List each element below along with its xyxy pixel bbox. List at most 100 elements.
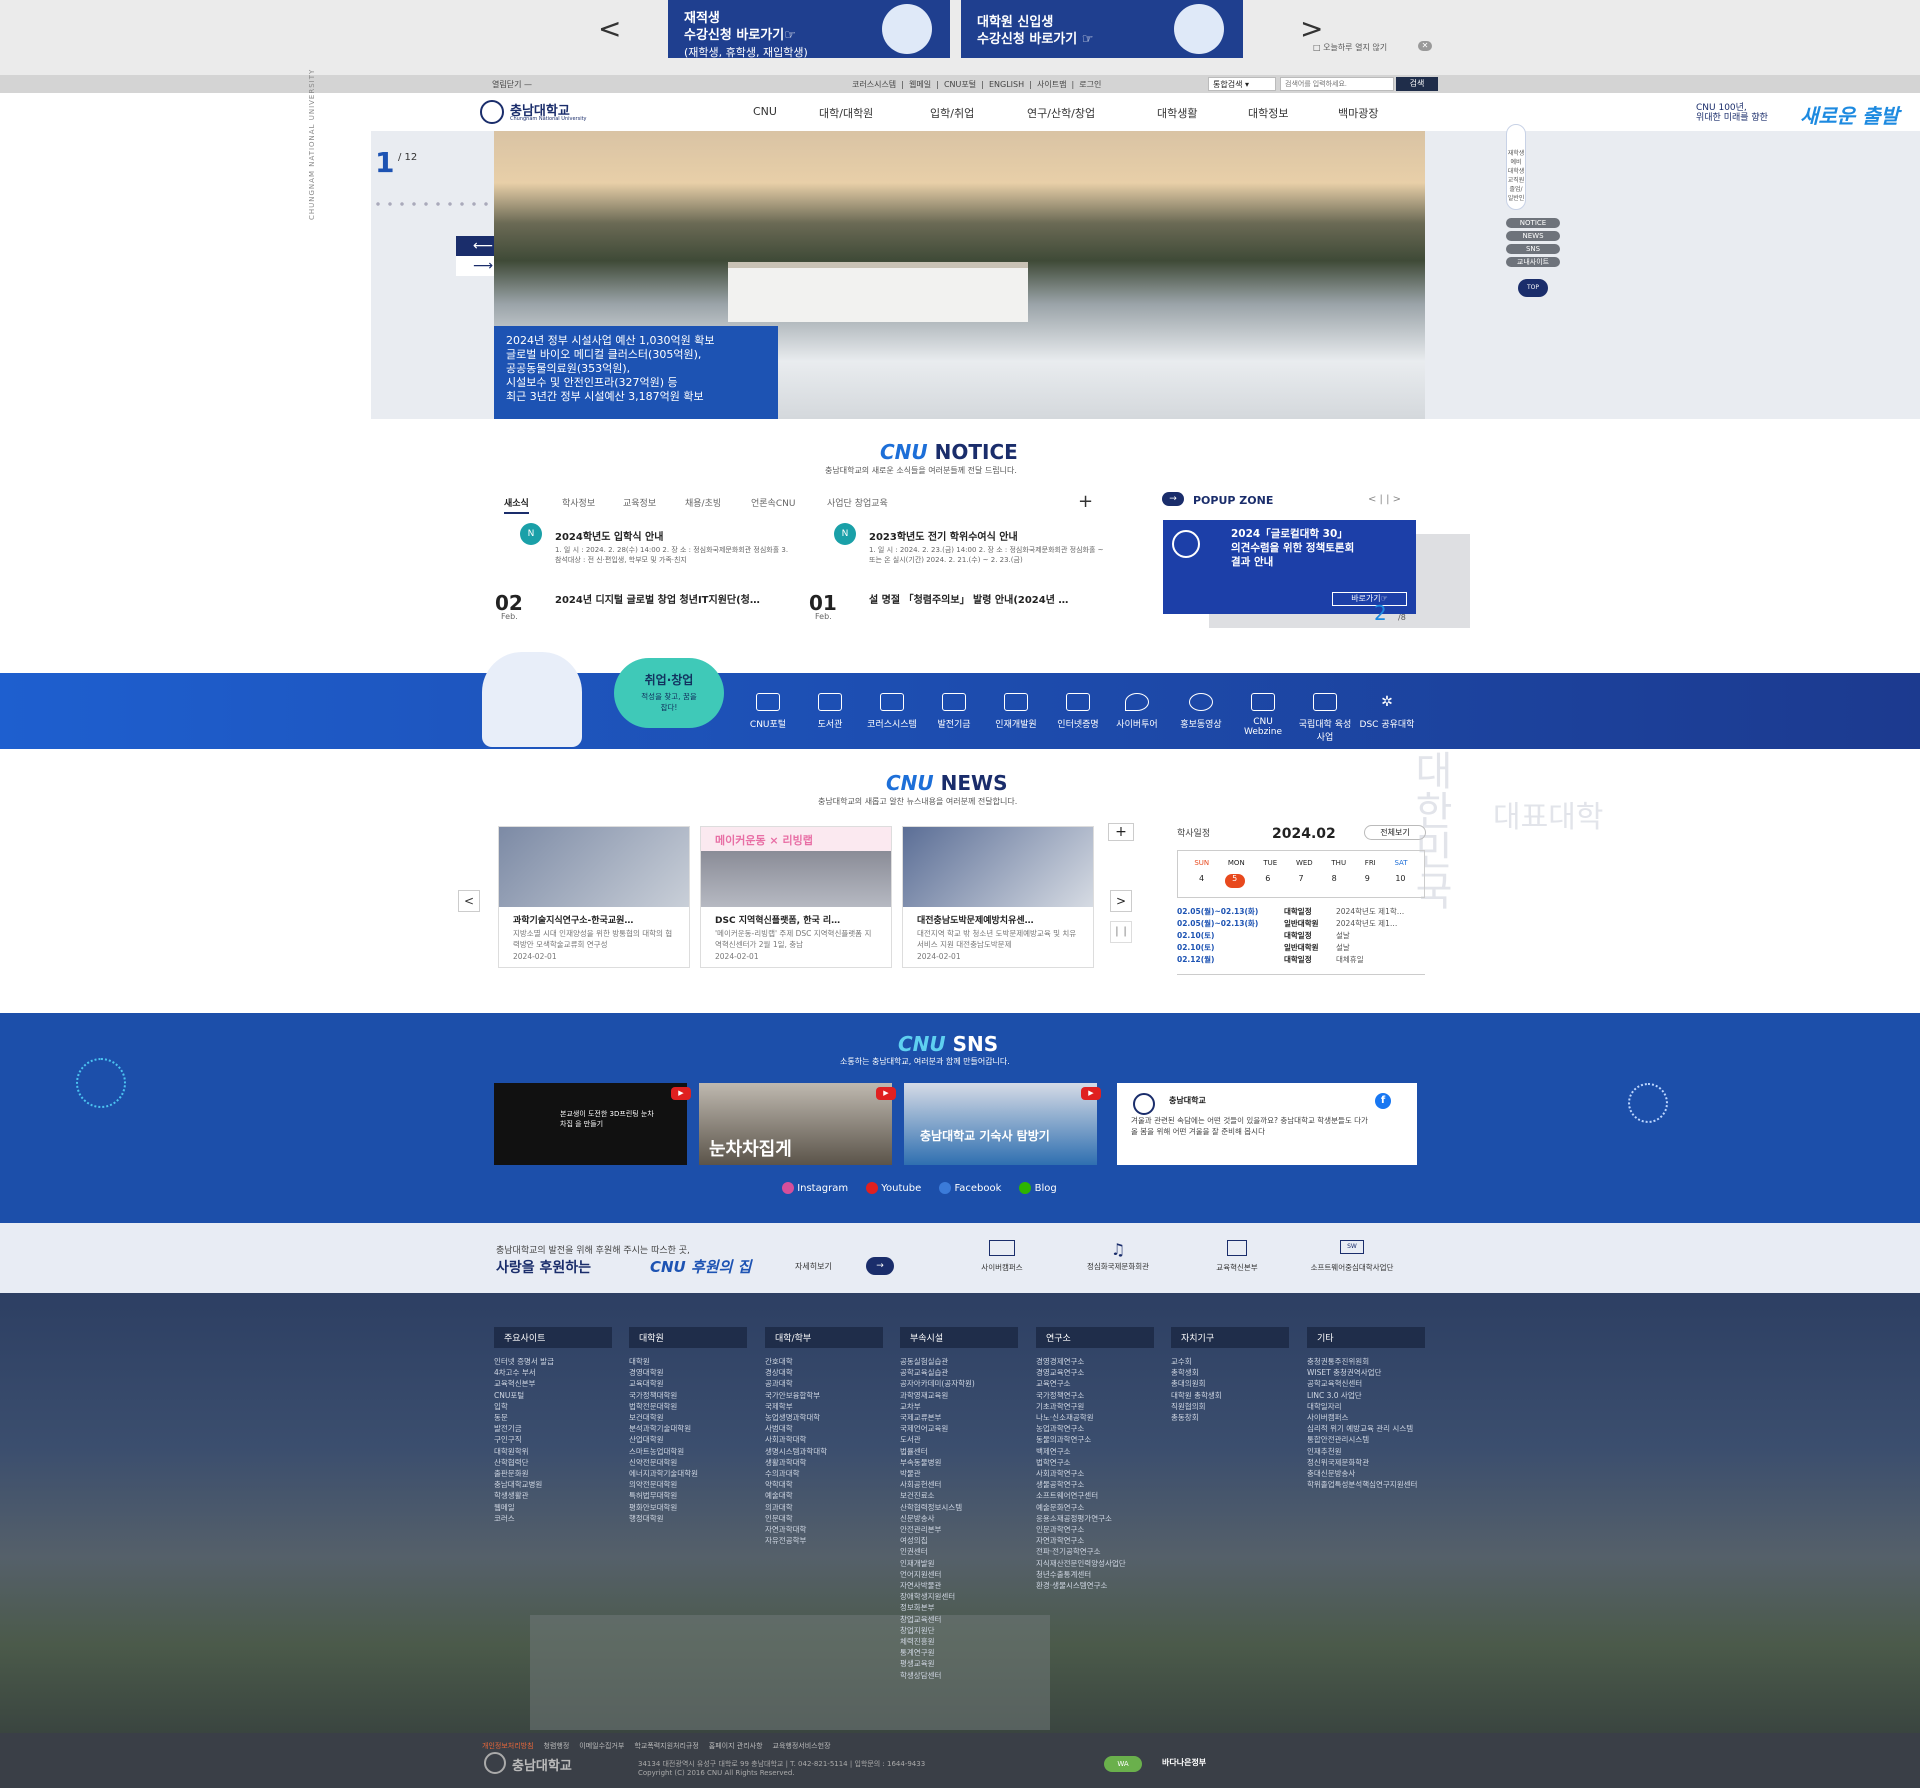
- notice-tab-news[interactable]: 새소식: [504, 496, 529, 514]
- facebook-link[interactable]: Facebook: [939, 1182, 1001, 1194]
- notice-tab-education[interactable]: 교육정보: [623, 496, 656, 509]
- sns-card[interactable]: 충남대학교 기숙사 탐방기: [904, 1083, 1097, 1165]
- calendar-day[interactable]: 8: [1324, 874, 1344, 888]
- sns-card[interactable]: 눈차차집게: [699, 1083, 892, 1165]
- donate-item-education[interactable]: 교육혁신본부: [1197, 1240, 1277, 1273]
- donate-more-link[interactable]: 자세히보기: [795, 1261, 832, 1272]
- close-today-checkbox[interactable]: □ 오늘하루 열지 않기: [1313, 42, 1387, 53]
- footer-link[interactable]: 교육연구소: [1036, 1378, 1154, 1389]
- calendar-day-today[interactable]: 5: [1224, 874, 1245, 888]
- footer-link[interactable]: 행정대학원: [629, 1513, 747, 1524]
- footer-link[interactable]: 부속동물병원: [900, 1457, 1018, 1468]
- footer-link[interactable]: 인권센터: [900, 1546, 1018, 1557]
- footer-link[interactable]: 인문과학연구소: [1036, 1524, 1154, 1535]
- donate-item-cybercampus[interactable]: 사이버캠퍼스: [962, 1240, 1042, 1273]
- quick-link-dsc[interactable]: ✲ DSC 공유대학: [1357, 693, 1417, 730]
- footer-link[interactable]: 국제학부: [765, 1401, 883, 1412]
- footer-link[interactable]: 정보화본부: [900, 1602, 1018, 1613]
- policy-link[interactable]: 이메일수집거부: [579, 1741, 624, 1751]
- sns-card[interactable]: 본교생이 도전한 3D프린팅 눈차차집 을 만들기: [494, 1083, 687, 1165]
- side-pill-news[interactable]: NEWS: [1506, 231, 1560, 241]
- footer-link[interactable]: 환경·생물시스템연구소: [1036, 1580, 1154, 1591]
- calendar-day[interactable]: 6: [1258, 874, 1278, 888]
- footer-link[interactable]: 특허법무대학원: [629, 1490, 747, 1501]
- footer-link[interactable]: 간호대학: [765, 1356, 883, 1367]
- gnb-plaza[interactable]: 백마광장: [1338, 105, 1378, 121]
- footer-link[interactable]: 교차부: [900, 1401, 1018, 1412]
- news-prev-button[interactable]: <: [458, 890, 480, 912]
- footer-link[interactable]: 농업생명과학대학: [765, 1412, 883, 1423]
- footer-link[interactable]: 충청권통주진위원회: [1307, 1356, 1425, 1367]
- footer-link[interactable]: 농업과학연구소: [1036, 1423, 1154, 1434]
- news-card[interactable]: 메이커운동 × 리빙랩 DSC 지역혁신플랫폼, 한국 리… '메이커운동-리빙…: [700, 826, 892, 968]
- footer-link[interactable]: 분석과학기술대학원: [629, 1423, 747, 1434]
- quick-link-video[interactable]: 홍보동영상: [1171, 693, 1231, 730]
- side-menu-prospective[interactable]: 예비 대학생: [1507, 158, 1525, 176]
- facebook-card[interactable]: 충남대학교 겨울과 관련된 속담에는 어떤 것들이 있을까요? 충남대학교 학생…: [1117, 1083, 1417, 1165]
- footer-link[interactable]: 지식재산전문인력양성사업단: [1036, 1558, 1154, 1569]
- footer-link[interactable]: WISET 충청권역사업단: [1307, 1367, 1425, 1378]
- policy-link[interactable]: 홈페이지 관리사항: [709, 1741, 763, 1751]
- footer-link[interactable]: 평생교육원: [900, 1658, 1018, 1669]
- footer-link[interactable]: 신문방송사: [900, 1513, 1018, 1524]
- blog-link[interactable]: Blog: [1019, 1182, 1057, 1194]
- quick-link-cybertour[interactable]: 사이버투어: [1107, 693, 1167, 730]
- news-more-plus-icon[interactable]: +: [1108, 823, 1134, 841]
- privacy-policy-link[interactable]: 개인정보처리방침: [482, 1741, 534, 1751]
- footer-link[interactable]: 스마트농업대학원: [629, 1446, 747, 1457]
- close-icon[interactable]: ✕: [1418, 41, 1432, 51]
- footer-link[interactable]: 생활과학대학: [765, 1457, 883, 1468]
- footer-link[interactable]: 평화안보대학원: [629, 1502, 747, 1513]
- footer-link[interactable]: 입학: [494, 1401, 612, 1412]
- gnb-cnu[interactable]: CNU: [753, 105, 777, 118]
- footer-link[interactable]: 사범대학: [765, 1423, 883, 1434]
- quick-link-korus[interactable]: 코러스시스템: [862, 693, 922, 730]
- footer-link[interactable]: 약학대학: [765, 1479, 883, 1490]
- footer-link[interactable]: 통계연구원: [900, 1647, 1018, 1658]
- calendar-event[interactable]: 02.05(월)~02.13(화) 대학일정 2024학년도 제1학…: [1177, 906, 1425, 918]
- side-pill-sns[interactable]: SNS: [1506, 244, 1560, 254]
- footer-link[interactable]: CNU포털: [494, 1390, 612, 1401]
- news-pause-button[interactable]: ❙❙: [1110, 921, 1132, 943]
- calendar-event[interactable]: 02.12(월) 대학일정 대체휴일: [1177, 954, 1425, 966]
- footer-link[interactable]: 장애학생지원센터: [900, 1591, 1018, 1602]
- footer-link[interactable]: 수의과대학: [765, 1468, 883, 1479]
- footer-link[interactable]: 창업교육센터: [900, 1614, 1018, 1625]
- footer-link[interactable]: 정신위국제문화학관: [1307, 1457, 1425, 1468]
- footer-link[interactable]: 기초과학연구원: [1036, 1401, 1154, 1412]
- footer-link[interactable]: 의약전문대학원: [629, 1479, 747, 1490]
- quick-link-certificate[interactable]: 인터넷증명: [1048, 693, 1108, 730]
- footer-link[interactable]: 동문: [494, 1412, 612, 1423]
- notice-more-plus-icon[interactable]: +: [1078, 491, 1093, 512]
- side-menu-staff[interactable]: 교직원: [1507, 176, 1525, 185]
- footer-link[interactable]: 직원협의회: [1171, 1401, 1289, 1412]
- gnb-admission[interactable]: 입학/취업: [930, 105, 974, 121]
- side-pill-notice[interactable]: NOTICE: [1506, 218, 1560, 228]
- calendar-view-all[interactable]: 전체보기: [1364, 825, 1426, 840]
- instagram-link[interactable]: Instagram: [782, 1182, 848, 1194]
- footer-link[interactable]: 산학협력정보시스템: [900, 1502, 1018, 1513]
- search-scope-select[interactable]: 통합검색 ▾: [1208, 77, 1276, 91]
- calendar-event[interactable]: 02.10(토) 일반대학원 설날: [1177, 942, 1425, 954]
- footer-link[interactable]: 심리적 위기 예방교육 관리 시스템: [1307, 1423, 1425, 1434]
- footer-link[interactable]: 생명시스템과학대학: [765, 1446, 883, 1457]
- footer-link[interactable]: 교수회: [1171, 1356, 1289, 1367]
- footer-link[interactable]: 인재개발원: [900, 1558, 1018, 1569]
- notice-item-title[interactable]: 설 명절 「청렴주의보」 발령 안내(2024년 …: [869, 591, 1099, 606]
- footer-link[interactable]: 경상대학: [765, 1367, 883, 1378]
- footer-link[interactable]: 교육대학원: [629, 1378, 747, 1389]
- footer-link[interactable]: 공자아카데미(공자학원): [900, 1378, 1018, 1389]
- quick-link-webzine[interactable]: CNU Webzine: [1233, 693, 1293, 737]
- footer-link[interactable]: 4차고수 부서: [494, 1367, 612, 1378]
- footer-link[interactable]: 사회공헌센터: [900, 1479, 1018, 1490]
- news-next-button[interactable]: >: [1110, 890, 1132, 912]
- footer-link[interactable]: 코러스: [494, 1513, 612, 1524]
- gnb-campus-life[interactable]: 대학생활: [1157, 105, 1197, 121]
- footer-link[interactable]: 통합안전관리시스템: [1307, 1434, 1425, 1445]
- search-button[interactable]: 검색: [1396, 77, 1438, 91]
- policy-link[interactable]: 청렴행정: [544, 1741, 570, 1751]
- footer-link[interactable]: 창업지원단: [900, 1625, 1018, 1636]
- notice-tab-startup[interactable]: 사업단 창업교육: [827, 496, 888, 509]
- side-menu-students[interactable]: 재학생: [1507, 149, 1525, 158]
- donate-item-software[interactable]: SW 소프트웨어중심대학사업단: [1297, 1240, 1407, 1273]
